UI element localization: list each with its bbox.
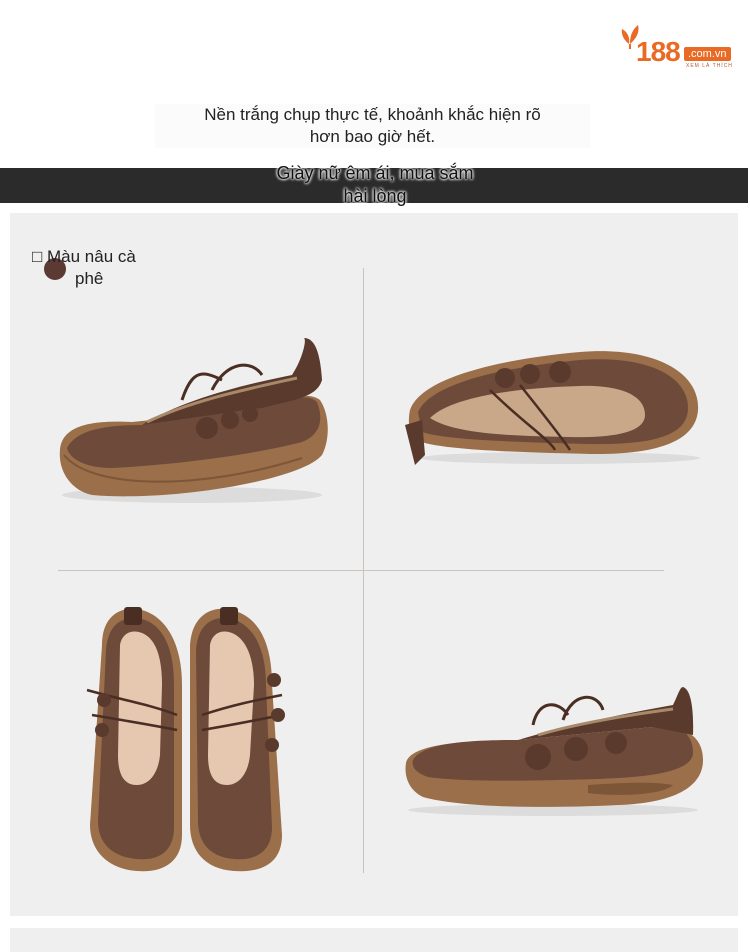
color-name-line-2: phê <box>75 269 104 288</box>
shoe-image-front-pair[interactable] <box>82 605 297 875</box>
intro-line-1: Nền trắng chụp thực tế, khoảnh khắc hiện… <box>204 105 541 124</box>
banner-line-1: Giày nữ êm ái, mua sắm <box>276 163 474 183</box>
shoe-image-side[interactable] <box>52 330 337 510</box>
checkbox-icon: □ <box>32 247 43 266</box>
logo-domain: .com.vn <box>684 47 731 61</box>
banner-text: Giày nữ êm ái, mua sắm hài lòng <box>255 162 495 208</box>
shoe-image-side-right[interactable] <box>398 685 708 820</box>
logo-tagline: XEM LÀ THÍCH <box>686 63 733 69</box>
banner-line-2: hài lòng <box>343 186 407 206</box>
color-variant-label[interactable]: □ Màu nâu cà phê <box>32 246 172 290</box>
color-name-line-1: Màu nâu cà <box>47 247 136 266</box>
logo-number: 188 <box>636 36 681 67</box>
brand-logo[interactable]: 188 .com.vn XEM LÀ THÍCH <box>618 22 736 70</box>
shoe-image-top-angle[interactable] <box>400 340 705 470</box>
intro-text: Nền trắng chụp thực tế, khoảnh khắc hiện… <box>155 104 590 148</box>
next-section-panel <box>10 928 738 952</box>
divider-horizontal <box>58 570 664 571</box>
intro-line-2: hơn bao giờ hết. <box>309 127 436 146</box>
